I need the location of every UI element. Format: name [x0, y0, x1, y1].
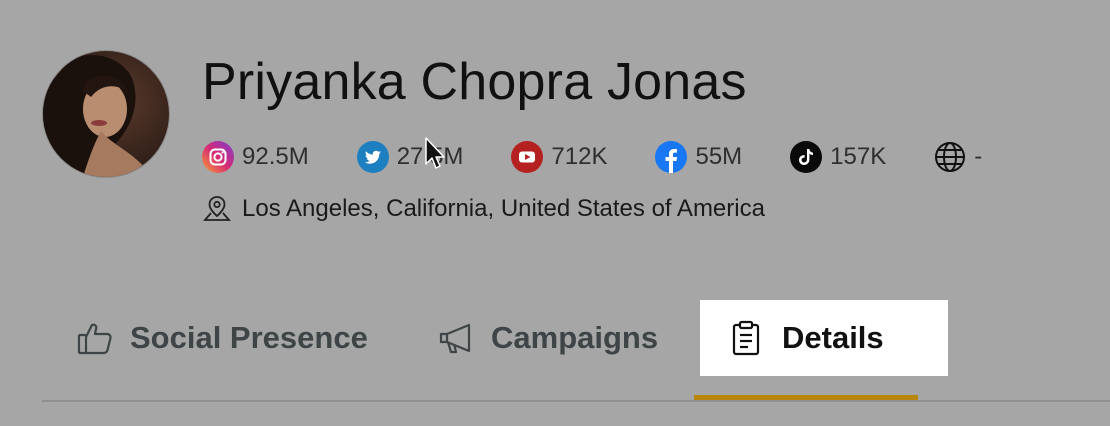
facebook-followers: 55M: [695, 143, 743, 170]
social-stats: 92.5M 27.5M 712K 55M: [202, 139, 1030, 175]
tab-social-label: Social Presence: [130, 320, 368, 355]
globe-icon: [934, 141, 966, 173]
thumbs-up-icon: [76, 319, 114, 357]
tabs-divider: [42, 400, 1110, 402]
tab-campaigns[interactable]: Campaigns: [437, 300, 658, 376]
location-text: Los Angeles, California, United States o…: [242, 195, 765, 222]
tab-social-presence[interactable]: Social Presence: [76, 300, 368, 376]
profile-tabs: Social Presence Campaigns Details: [0, 300, 1110, 402]
website-value: -: [974, 143, 983, 170]
instagram-icon: [202, 141, 234, 173]
tiktok-followers: 157K: [830, 143, 887, 170]
avatar: [43, 51, 169, 177]
stat-website[interactable]: -: [934, 141, 982, 173]
map-pin-icon: [202, 194, 232, 224]
stat-tiktok[interactable]: 157K: [790, 141, 886, 173]
twitter-icon: [356, 141, 389, 173]
profile-name: Priyanka Chopra Jonas: [202, 53, 747, 111]
clipboard-icon: [730, 320, 762, 356]
stat-instagram[interactable]: 92.5M: [202, 141, 309, 173]
location: Los Angeles, California, United States o…: [202, 193, 765, 225]
tab-campaigns-label: Campaigns: [491, 320, 659, 355]
stat-facebook[interactable]: 55M: [655, 141, 742, 173]
facebook-icon: [655, 141, 688, 173]
youtube-icon: [511, 141, 544, 173]
instagram-followers: 92.5M: [242, 143, 309, 170]
tab-details[interactable]: Details: [700, 300, 948, 376]
mouse-cursor-icon: [424, 136, 448, 172]
tab-details-label: Details: [782, 320, 884, 355]
megaphone-icon: [437, 319, 475, 357]
stat-youtube[interactable]: 712K: [511, 141, 607, 173]
youtube-subscribers: 712K: [551, 143, 608, 170]
tiktok-icon: [790, 141, 823, 173]
